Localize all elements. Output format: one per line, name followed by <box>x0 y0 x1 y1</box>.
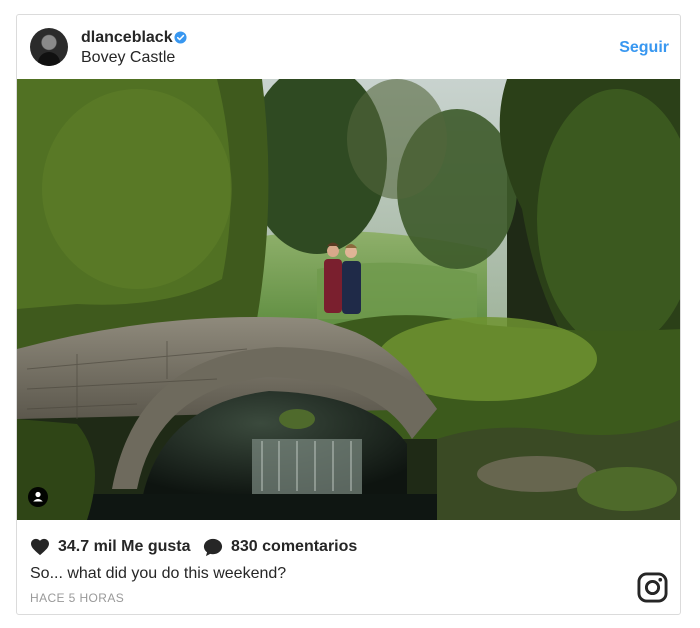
avatar[interactable] <box>30 28 68 66</box>
location-link[interactable]: Bovey Castle <box>81 49 175 67</box>
likes-text: 34.7 mil Me gusta <box>58 538 191 555</box>
follow-button[interactable]: Seguir <box>619 39 669 57</box>
heart-icon <box>31 538 49 556</box>
comment-count[interactable]: 830 comentarios <box>203 536 357 558</box>
post-actions: 34.7 mil Me gusta 830 comentarios <box>30 536 430 558</box>
like-count[interactable]: 34.7 mil Me gusta <box>30 536 191 558</box>
instagram-post-card: dlanceblack Bovey Castle Seguir 34.7 mil… <box>16 14 681 615</box>
verified-badge-icon <box>174 31 187 44</box>
post-header: dlanceblack Bovey Castle Seguir <box>17 15 680 79</box>
post-photo <box>17 79 680 520</box>
post-caption: So... what did you do this weekend? <box>30 565 287 582</box>
post-timestamp[interactable]: HACE 5 HORAS <box>30 591 124 605</box>
speech-bubble-icon <box>203 538 223 556</box>
instagram-logo-icon[interactable] <box>637 572 668 603</box>
comments-text: 830 comentarios <box>231 538 358 555</box>
user-tag-icon[interactable] <box>28 487 48 507</box>
username[interactable]: dlanceblack <box>81 29 173 47</box>
